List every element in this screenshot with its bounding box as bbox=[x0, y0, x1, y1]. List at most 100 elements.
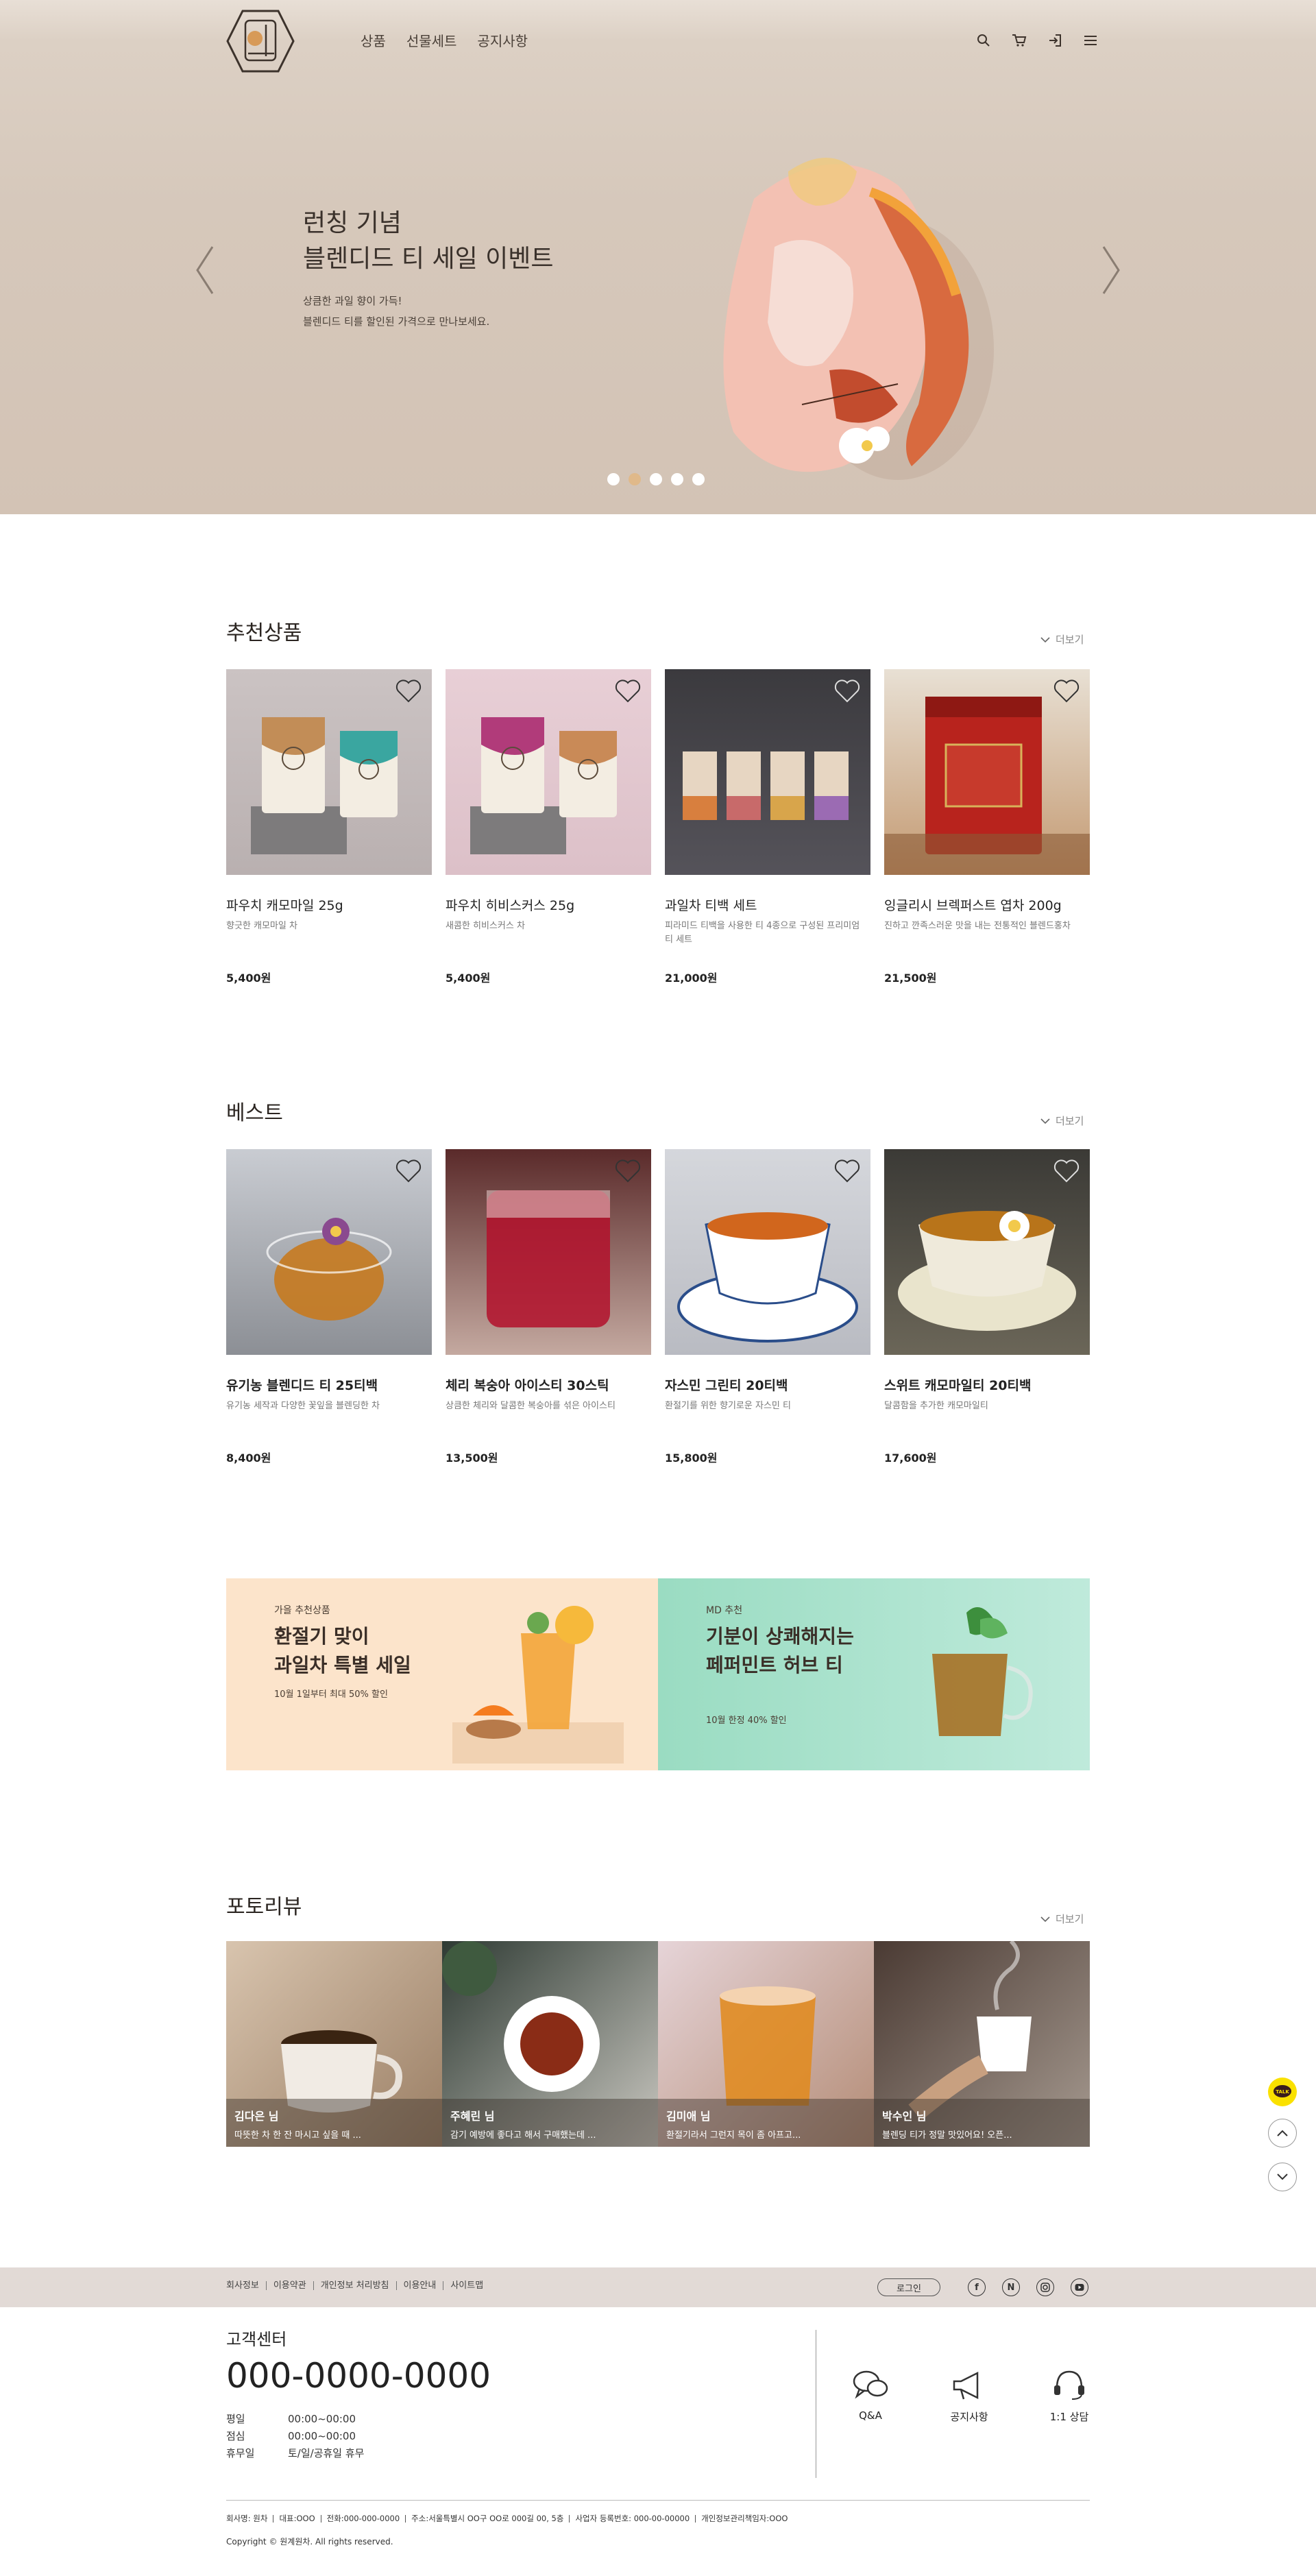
recommend-product-list: 파우치 캐모마일 25g 향긋한 캐모마일 차 5,400원 파우치 히비스커스… bbox=[226, 669, 1090, 985]
company-ceo: 대표:OOO bbox=[273, 2514, 320, 2523]
review-text: 따뜻한 차 한 잔 마시고 싶을 때 ... bbox=[234, 2130, 361, 2141]
main-nav: 상품 선물세트 공지사항 bbox=[361, 30, 528, 50]
nav-gift-set[interactable]: 선물세트 bbox=[406, 30, 457, 50]
photo-review-list: 김다은 님 따뜻한 차 한 잔 마시고 싶을 때 ... 주혜린 님 감기 예방… bbox=[226, 1941, 1090, 2147]
heart-icon[interactable] bbox=[395, 1159, 422, 1183]
heart-icon[interactable] bbox=[614, 679, 642, 703]
hours-key: 점심 bbox=[226, 2430, 245, 2442]
review-card[interactable]: 김다은 님 따뜻한 차 한 잔 마시고 싶을 때 ... bbox=[226, 1941, 442, 2147]
product-name: 자스민 그린티 20티백 bbox=[665, 1378, 788, 1393]
quick-label: 공지사항 bbox=[950, 2411, 988, 2423]
nav-notice[interactable]: 공지사항 bbox=[477, 30, 528, 50]
grapefruit-tea-image bbox=[723, 158, 994, 480]
product-desc: 향긋한 캐모마일 차 bbox=[226, 921, 297, 931]
review-text: 환절기라서 그런지 목이 좀 아프고... bbox=[666, 2130, 801, 2141]
slide-dot-2[interactable] bbox=[629, 473, 641, 485]
customer-center-title: 고객센터 bbox=[226, 2330, 287, 2349]
kakao-talk-button[interactable]: TALK bbox=[1268, 2078, 1297, 2106]
chevron-down-icon bbox=[1040, 1118, 1050, 1124]
product-card[interactable]: 체리 복숭아 아이스티 30스틱 상큼한 체리와 달콤한 복숭아를 섞은 아이스… bbox=[446, 1149, 651, 1465]
heart-icon[interactable] bbox=[395, 679, 422, 703]
product-name: 파우치 히비스커스 25g bbox=[446, 898, 575, 913]
scroll-top-button[interactable] bbox=[1268, 2119, 1297, 2147]
peppermint-tea-cup-image bbox=[932, 1607, 1033, 1736]
product-card[interactable]: 잉글리시 브렉퍼스트 엽차 200g 진하고 깐족스러운 맛을 내는 전통적인 … bbox=[884, 669, 1090, 985]
chat-bubble-icon: TALK bbox=[1274, 2085, 1291, 2097]
search-icon[interactable] bbox=[973, 30, 994, 51]
product-image-cherry-peach-iced-tea bbox=[446, 1149, 651, 1355]
product-card[interactable]: 유기농 블렌디드 티 25티백 유기농 세작과 다양한 꽃잎을 블렌딩한 차 8… bbox=[226, 1149, 432, 1465]
product-name: 스위트 캐모마일티 20티백 bbox=[884, 1378, 1032, 1393]
product-price: 17,600원 bbox=[884, 1452, 937, 1465]
product-name: 파우치 캐모마일 25g bbox=[226, 898, 343, 913]
product-card[interactable]: 자스민 그린티 20티백 환절기를 위한 향기로운 자스민 티 15,800원 bbox=[665, 1149, 870, 1465]
heart-icon[interactable] bbox=[833, 679, 861, 703]
footer-link-company[interactable]: 회사정보 bbox=[226, 2281, 266, 2290]
slide-dot-3[interactable] bbox=[650, 473, 662, 485]
naver-blog-icon[interactable]: N bbox=[1002, 2278, 1020, 2296]
product-price: 15,800원 bbox=[665, 1452, 718, 1465]
heart-icon[interactable] bbox=[614, 1159, 642, 1183]
quick-notice[interactable]: 공지사항 bbox=[935, 2364, 1003, 2424]
footer-link-sitemap[interactable]: 사이트맵 bbox=[443, 2281, 490, 2290]
hero-prev-arrow-icon[interactable] bbox=[192, 244, 219, 296]
product-card[interactable]: 파우치 히비스커스 25g 새콤한 히비스커스 차 5,400원 bbox=[446, 669, 651, 985]
banner-title: 환절기 맞이 과일차 특별 세일 bbox=[274, 1622, 411, 1680]
product-card[interactable]: 파우치 캐모마일 25g 향긋한 캐모마일 차 5,400원 bbox=[226, 669, 432, 985]
footer-login-button[interactable]: 로그인 bbox=[877, 2278, 940, 2296]
product-desc: 새콤한 히비스커스 차 bbox=[446, 921, 525, 931]
company-phone: 전화:000-000-0000 bbox=[320, 2514, 406, 2523]
hours-key: 평일 bbox=[226, 2413, 245, 2425]
slide-dot-1[interactable] bbox=[607, 473, 620, 485]
review-card[interactable]: 김미애 님 환절기라서 그런지 목이 좀 아프고... bbox=[658, 1941, 874, 2147]
hours-row: 휴무일 토/일/공휴일 휴무 bbox=[226, 2445, 364, 2462]
slide-dot-4[interactable] bbox=[671, 473, 683, 485]
chevron-down-icon bbox=[1040, 636, 1050, 642]
sns-links: f N bbox=[968, 2278, 1088, 2296]
footer-link-privacy[interactable]: 개인정보 처리방침 bbox=[313, 2281, 396, 2290]
chevron-down-icon bbox=[1277, 2174, 1288, 2180]
facebook-icon[interactable]: f bbox=[968, 2278, 986, 2296]
more-label: 더보기 bbox=[1056, 634, 1084, 646]
review-text: 블렌딩 티가 정말 맛있어요! 오픈... bbox=[882, 2130, 1012, 2141]
menu-icon[interactable] bbox=[1080, 30, 1101, 51]
youtube-icon[interactable] bbox=[1071, 2278, 1088, 2296]
nav-products[interactable]: 상품 bbox=[361, 30, 386, 50]
review-card[interactable]: 주혜린 님 감기 예방에 좋다고 해서 구매했는데 ... bbox=[442, 1941, 658, 2147]
scroll-bottom-button[interactable] bbox=[1268, 2163, 1297, 2191]
cart-icon[interactable] bbox=[1009, 30, 1029, 51]
brand-logo[interactable] bbox=[225, 8, 296, 74]
product-image-fruit-teabag-set bbox=[665, 669, 870, 875]
quick-qna[interactable]: Q&A bbox=[836, 2364, 905, 2422]
review-text: 감기 예방에 좋다고 해서 구매했는데 ... bbox=[450, 2130, 596, 2141]
heart-icon[interactable] bbox=[1053, 1159, 1080, 1183]
banner-title-line1: 기분이 상쾌해지는 bbox=[706, 1625, 854, 1648]
instagram-icon[interactable] bbox=[1036, 2278, 1054, 2296]
autumn-sale-banner[interactable]: 가을 추천상품 환절기 맞이 과일차 특별 세일 10월 1일부터 최대 50%… bbox=[226, 1578, 658, 1770]
slide-dot-5[interactable] bbox=[692, 473, 705, 485]
review-card[interactable]: 박수인 님 블렌딩 티가 정말 맛있어요! 오픈... bbox=[874, 1941, 1090, 2147]
heart-icon[interactable] bbox=[833, 1159, 861, 1183]
hero-title-line2: 블렌디드 티 세일 이벤트 bbox=[303, 245, 554, 273]
customer-center-hours: 평일 00:00~00:00 점심 00:00~00:00 휴무일 토/일/공휴일 휴… bbox=[226, 2411, 364, 2462]
login-icon[interactable] bbox=[1045, 30, 1065, 51]
recommend-more-link[interactable]: 더보기 bbox=[1040, 632, 1084, 647]
footer-link-terms[interactable]: 이용약관 bbox=[265, 2281, 313, 2290]
reviews-more-link[interactable]: 더보기 bbox=[1040, 1912, 1084, 1926]
heart-icon[interactable] bbox=[1053, 679, 1080, 703]
best-more-link[interactable]: 더보기 bbox=[1040, 1114, 1084, 1128]
peppermint-tea-banner[interactable]: MD 추천 기분이 상쾌해지는 페퍼민트 허브 티 10월 한정 40% 할인 bbox=[658, 1578, 1090, 1770]
footer-link-guide[interactable]: 이용안내 bbox=[395, 2281, 443, 2290]
banner-label: MD 추천 bbox=[706, 1605, 743, 1616]
footer-rule bbox=[226, 2500, 1090, 2501]
hero-slide-indicator bbox=[607, 473, 705, 485]
copyright: Copyright © 원계원차. All rights reserved. bbox=[226, 2537, 393, 2547]
product-card[interactable]: 스위트 캐모마일티 20티백 달콤함을 추가한 캐모마일티 17,600원 bbox=[884, 1149, 1090, 1465]
banner-title-line1: 환절기 맞이 bbox=[274, 1625, 369, 1648]
footer-links: 회사정보 이용약관 개인정보 처리방침 이용안내 사이트맵 bbox=[226, 2281, 490, 2290]
quick-consult[interactable]: 1:1 상담 bbox=[1035, 2364, 1104, 2424]
hours-row: 점심 00:00~00:00 bbox=[226, 2428, 364, 2445]
hero-next-arrow-icon[interactable] bbox=[1097, 244, 1124, 296]
product-price: 21,000원 bbox=[665, 972, 718, 985]
product-card[interactable]: 과일차 티백 세트 피라미드 티백을 사용한 티 4종으로 구성된 프리미엄 티… bbox=[665, 669, 870, 985]
